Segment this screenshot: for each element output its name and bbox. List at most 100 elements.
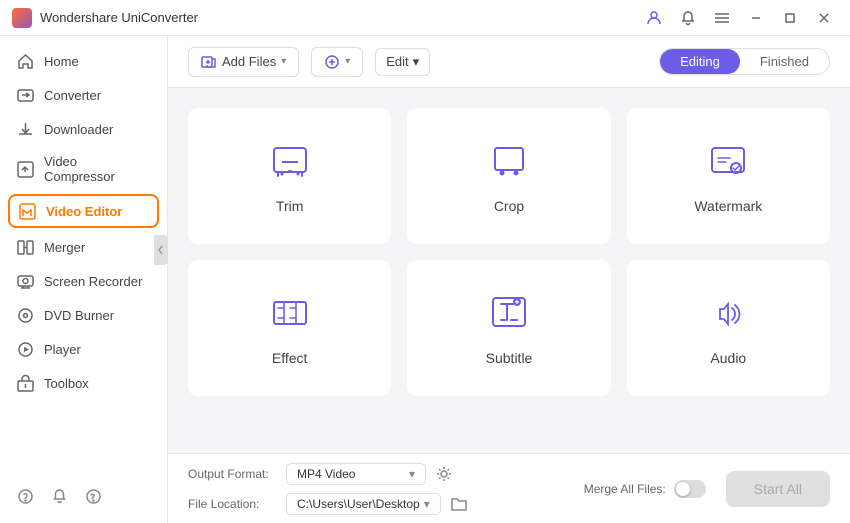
start-all-button[interactable]: Start All [726, 471, 830, 507]
app-icon [12, 8, 32, 28]
title-bar-left: Wondershare UniConverter [12, 8, 198, 28]
sidebar-collapse-button[interactable] [154, 235, 168, 265]
sidebar-bottom [0, 477, 167, 515]
sidebar-item-home[interactable]: Home [0, 44, 167, 78]
main-content: Add Files ▾ ▾ Edit ▾ Editing Finished [168, 36, 850, 523]
output-format-select[interactable]: MP4 Video ▾ [286, 463, 426, 485]
screen-icon [16, 272, 34, 290]
sidebar-item-merger[interactable]: Merger [0, 230, 167, 264]
minimize-button[interactable] [742, 8, 770, 28]
sidebar-item-screen-recorder[interactable]: Screen Recorder [0, 264, 167, 298]
output-format-settings-icon[interactable] [434, 464, 454, 484]
bottom-bar: Output Format: MP4 Video ▾ File Location… [168, 453, 850, 523]
converter-icon [16, 86, 34, 104]
add-chevron: ▾ [345, 56, 350, 67]
effect-card[interactable]: Effect [188, 260, 391, 396]
add-files-label: Add Files [222, 54, 276, 69]
file-location-chevron: ▾ [424, 497, 430, 511]
output-format-chevron: ▾ [409, 467, 415, 481]
sidebar-item-toolbox[interactable]: Toolbox [0, 366, 167, 400]
sidebar-label-merger: Merger [44, 240, 85, 255]
file-location-folder-icon[interactable] [449, 494, 469, 514]
edit-dropdown[interactable]: Edit ▾ [375, 48, 430, 76]
bell-icon[interactable] [674, 8, 702, 28]
compressor-icon [16, 160, 34, 178]
file-location-select[interactable]: C:\Users\User\Desktop ▾ [286, 493, 441, 515]
title-bar: Wondershare UniConverter [0, 0, 850, 36]
sidebar: Home Converter Downloader [0, 36, 168, 523]
effect-icon [266, 290, 314, 338]
dvd-icon [16, 306, 34, 324]
file-location-field: File Location: C:\Users\User\Desktop ▾ [188, 493, 544, 515]
user-icon[interactable] [640, 8, 668, 28]
trim-label: Trim [276, 198, 303, 214]
merge-group: Merge All Files: [584, 480, 706, 498]
audio-icon [704, 290, 752, 338]
file-location-value: C:\Users\User\Desktop [297, 497, 420, 511]
toolbar: Add Files ▾ ▾ Edit ▾ Editing Finished [168, 36, 850, 88]
trim-card[interactable]: Trim [188, 108, 391, 244]
add-files-chevron: ▾ [281, 56, 286, 67]
sidebar-label-converter: Converter [44, 88, 101, 103]
output-format-field: Output Format: MP4 Video ▾ [188, 463, 544, 485]
crop-label: Crop [494, 198, 524, 214]
app-title: Wondershare UniConverter [40, 10, 198, 25]
sidebar-label-player: Player [44, 342, 81, 357]
downloader-icon [16, 120, 34, 138]
crop-icon [485, 138, 533, 186]
sidebar-label-video-editor: Video Editor [46, 204, 122, 219]
home-icon [16, 52, 34, 70]
watermark-icon [704, 138, 752, 186]
edit-label: Edit [386, 54, 408, 69]
audio-label: Audio [710, 350, 746, 366]
add-button[interactable]: ▾ [311, 47, 363, 77]
output-format-label: Output Format: [188, 467, 278, 481]
tab-group: Editing Finished [659, 48, 830, 75]
title-bar-controls [640, 8, 838, 28]
subtitle-icon [485, 290, 533, 338]
tool-grid-row1: Trim Crop [188, 108, 830, 396]
edit-chevron: ▾ [413, 54, 420, 70]
menu-icon[interactable] [708, 8, 736, 28]
merge-toggle[interactable] [674, 480, 706, 498]
notification-icon[interactable] [50, 487, 68, 505]
sidebar-label-dvd-burner: DVD Burner [44, 308, 114, 323]
subtitle-card[interactable]: Subtitle [407, 260, 610, 396]
sidebar-label-toolbox: Toolbox [44, 376, 89, 391]
subtitle-label: Subtitle [486, 350, 533, 366]
sidebar-item-downloader[interactable]: Downloader [0, 112, 167, 146]
toolbox-icon [16, 374, 34, 392]
maximize-button[interactable] [776, 8, 804, 28]
audio-card[interactable]: Audio [627, 260, 830, 396]
watermark-label: Watermark [694, 198, 762, 214]
file-location-label: File Location: [188, 497, 278, 511]
sidebar-item-video-editor[interactable]: Video Editor [8, 194, 159, 228]
sidebar-label-screen-recorder: Screen Recorder [44, 274, 142, 289]
tab-finished[interactable]: Finished [740, 49, 829, 74]
sidebar-item-player[interactable]: Player [0, 332, 167, 366]
sidebar-item-converter[interactable]: Converter [0, 78, 167, 112]
toggle-thumb [676, 482, 690, 496]
editor-icon [18, 202, 36, 220]
help-icon[interactable] [16, 487, 34, 505]
sidebar-item-dvd-burner[interactable]: DVD Burner [0, 298, 167, 332]
sidebar-label-home: Home [44, 54, 79, 69]
merger-icon [16, 238, 34, 256]
sidebar-label-video-compressor: Video Compressor [44, 154, 151, 184]
feedback-icon[interactable] [84, 487, 102, 505]
watermark-card[interactable]: Watermark [627, 108, 830, 244]
main-layout: Home Converter Downloader [0, 36, 850, 523]
sidebar-label-downloader: Downloader [44, 122, 113, 137]
tab-editing[interactable]: Editing [660, 49, 740, 74]
effect-label: Effect [272, 350, 308, 366]
sidebar-item-video-compressor[interactable]: Video Compressor [0, 146, 167, 192]
merge-label: Merge All Files: [584, 482, 666, 496]
grid-area: Trim Crop [168, 88, 850, 453]
trim-icon [266, 138, 314, 186]
add-files-button[interactable]: Add Files ▾ [188, 47, 299, 77]
bottom-fields: Output Format: MP4 Video ▾ File Location… [188, 463, 544, 515]
crop-card[interactable]: Crop [407, 108, 610, 244]
close-button[interactable] [810, 8, 838, 28]
output-format-value: MP4 Video [297, 467, 355, 481]
player-icon [16, 340, 34, 358]
